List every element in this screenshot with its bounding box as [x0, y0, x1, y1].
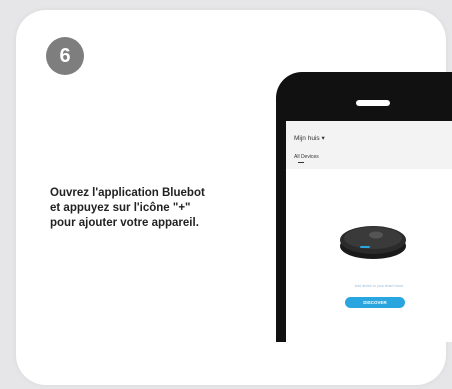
- add-device-hint: Add device to your smart home: [354, 284, 404, 288]
- tab-all-devices[interactable]: All Devices: [294, 154, 319, 160]
- page-background: 6 Ouvrez l'application Bluebot et appuye…: [0, 0, 452, 389]
- instruction-line-3: pour ajouter votre appareil.: [50, 217, 199, 229]
- instruction-text: Ouvrez l'application Bluebot et appuyez …: [50, 186, 250, 231]
- instruction-line-1: Ouvrez l'application Bluebot: [50, 187, 205, 199]
- instruction-line-2: et appuyez sur l'icône "+": [50, 202, 191, 214]
- phone-speaker: [356, 100, 390, 106]
- instruction-card: 6 Ouvrez l'application Bluebot et appuye…: [16, 10, 452, 385]
- tab-underline: [298, 162, 304, 163]
- discover-button[interactable]: DISCOVER: [345, 297, 405, 308]
- phone-screen: Mijn huis ▾ + All Devices … Add device t…: [286, 121, 452, 342]
- phone-mockup: Mijn huis ▾ + All Devices … Add device t…: [276, 72, 452, 342]
- home-selector[interactable]: Mijn huis ▾: [294, 134, 325, 142]
- step-number-badge: 6: [46, 37, 84, 75]
- robot-vacuum-image: [340, 226, 406, 259]
- app-header: Mijn huis ▾ + All Devices …: [286, 121, 452, 169]
